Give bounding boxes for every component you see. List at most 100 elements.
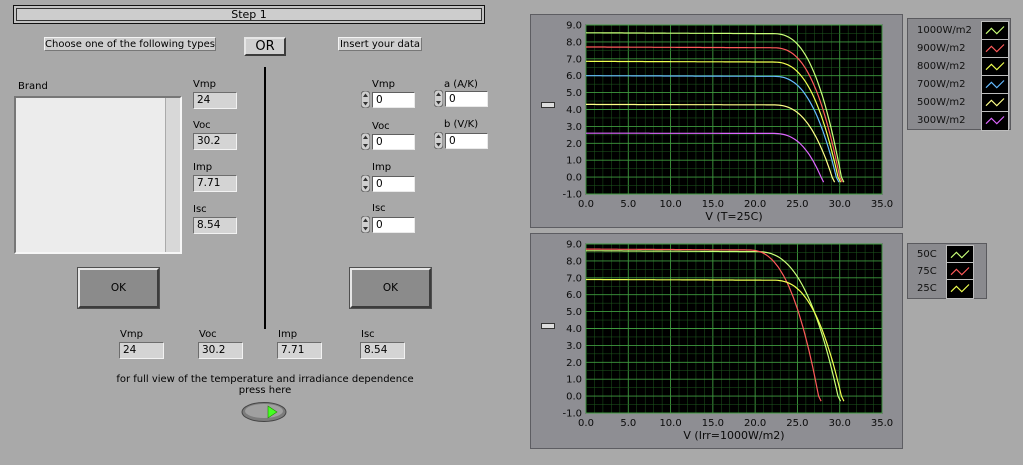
input-isc-label: Isc — [372, 203, 386, 214]
spec-vmp-label: Vmp — [193, 79, 216, 90]
x-tick-label: 5.0 — [620, 418, 636, 429]
x-tick-label: 15.0 — [702, 199, 724, 210]
y-tick-label: 7.0 — [566, 54, 582, 65]
legend-label-700: 700W/m2 — [917, 79, 966, 90]
coeff-b-spinner-icon[interactable] — [434, 132, 443, 149]
press-here-note: press here — [238, 385, 292, 396]
legend-label-500: 500W/m2 — [917, 97, 966, 108]
insert-data-label: Insert your data — [338, 37, 422, 51]
ok-button-custom[interactable]: OK — [350, 268, 431, 308]
x-tick-label: 30.0 — [829, 418, 851, 429]
y-tick-label: 6.0 — [566, 290, 582, 301]
spec-imp-value: 7.71 — [193, 175, 237, 192]
legend-swatch-500 — [981, 93, 1009, 113]
step-title: Step 1 — [16, 8, 482, 21]
x-tick-label: 35.0 — [871, 199, 893, 210]
input-isc-field[interactable]: 0 — [372, 217, 415, 233]
x-tick-label: 0.0 — [578, 418, 594, 429]
result-imp-value: 7.71 — [277, 342, 322, 359]
brand-listbox[interactable] — [14, 96, 182, 254]
choose-type-label: Choose one of the following types — [44, 37, 216, 51]
y-tick-label: 1.0 — [566, 375, 582, 386]
coeff-a-field[interactable]: 0 — [445, 91, 488, 107]
result-voc-value: 30.2 — [198, 342, 243, 359]
y-tick-label: 6.0 — [566, 71, 582, 82]
result-voc-label: Voc — [199, 329, 217, 340]
x-tick-label: 35.0 — [871, 418, 893, 429]
brand-list-scrollbar[interactable] — [165, 98, 180, 252]
spec-voc-label: Voc — [193, 120, 211, 131]
legend-temperature: 50C 75C 25C — [907, 243, 987, 299]
step-title-bar: Step 1 — [13, 5, 485, 24]
y-tick-label: 2.0 — [566, 139, 582, 150]
legend-label-900: 900W/m2 — [917, 43, 966, 54]
result-isc-value: 8.54 — [360, 342, 405, 359]
x-axis-label: V (Irr=1000W/m2) — [683, 429, 784, 442]
vertical-divider — [264, 67, 266, 329]
y-tick-label: 5.0 — [566, 307, 582, 318]
input-voc-label: Voc — [372, 121, 390, 132]
input-vmp-field[interactable]: 0 — [372, 92, 415, 108]
coeff-a-spinner-icon[interactable] — [434, 90, 443, 107]
x-axis-label: V (T=25C) — [705, 210, 762, 223]
input-voc-field[interactable]: 0 — [372, 134, 415, 150]
coeff-a-label: a (A/K) — [444, 79, 478, 90]
full-view-note: for full view of the temperature and irr… — [116, 374, 414, 385]
legend-label-25c: 25C — [917, 283, 937, 294]
y-tick-label: 3.0 — [566, 122, 582, 133]
graph-temperature[interactable]: -1.00.01.02.03.04.05.06.07.08.09.00.0 5.0… — [530, 233, 903, 449]
y-tick-label: 2.0 — [566, 358, 582, 369]
ok-button-brand[interactable]: OK — [78, 268, 159, 308]
full-view-toggle-button[interactable] — [241, 401, 287, 423]
input-voc-spinner-icon[interactable] — [361, 133, 370, 150]
result-imp-label: Imp — [278, 329, 298, 340]
y-tick-label: 8.0 — [566, 37, 582, 48]
legend-label-300: 300W/m2 — [917, 115, 966, 126]
coeff-b-field[interactable]: 0 — [445, 133, 488, 149]
legend-swatch-1000 — [981, 21, 1009, 41]
legend-swatch-300 — [981, 111, 1009, 131]
x-tick-label: 20.0 — [744, 418, 766, 429]
brand-label: Brand — [18, 81, 48, 92]
graph-irradiance[interactable]: -1.00.01.02.03.04.05.06.07.08.09.00.0 5.0… — [530, 14, 903, 228]
y-tick-label: 4.0 — [566, 105, 582, 116]
x-tick-label: 0.0 — [578, 199, 594, 210]
input-imp-field[interactable]: 0 — [372, 176, 415, 192]
y-tick-label: 7.0 — [566, 273, 582, 284]
x-tick-label: 10.0 — [659, 418, 681, 429]
legend-irradiance: 1000W/m2 900W/m2 800W/m2 700W/m2 500W/m2… — [907, 18, 1011, 131]
legend-label-800: 800W/m2 — [917, 61, 966, 72]
legend-label-50c: 50C — [917, 249, 937, 260]
x-tick-label: 25.0 — [786, 418, 808, 429]
result-vmp-value: 24 — [119, 342, 164, 359]
input-vmp-spinner-icon[interactable] — [361, 91, 370, 108]
or-label: OR — [244, 37, 286, 56]
y-tick-label: 8.0 — [566, 256, 582, 267]
spec-isc-label: Isc — [193, 204, 207, 215]
legend-swatch-900 — [981, 39, 1009, 59]
y-tick-label: 9.0 — [566, 240, 582, 251]
y-tick-label: 5.0 — [566, 88, 582, 99]
x-tick-label: 25.0 — [786, 199, 808, 210]
result-isc-label: Isc — [361, 329, 375, 340]
x-tick-label: 20.0 — [744, 199, 766, 210]
spec-imp-label: Imp — [193, 162, 213, 173]
x-tick-label: 30.0 — [829, 199, 851, 210]
y-tick-label: 9.0 — [566, 21, 582, 32]
spec-vmp-value: 24 — [193, 92, 237, 109]
input-isc-spinner-icon[interactable] — [361, 216, 370, 233]
y-tick-label: 1.0 — [566, 156, 582, 167]
input-imp-spinner-icon[interactable] — [361, 175, 370, 192]
spec-voc-value: 30.2 — [193, 133, 237, 150]
y-tick-label: 3.0 — [566, 341, 582, 352]
legend-label-1000: 1000W/m2 — [917, 25, 972, 36]
spec-isc-value: 8.54 — [193, 217, 237, 234]
result-vmp-label: Vmp — [120, 329, 143, 340]
y-tick-label: 0.0 — [566, 392, 582, 403]
x-tick-label: 15.0 — [702, 418, 724, 429]
legend-swatch-700 — [981, 75, 1009, 95]
x-tick-label: 5.0 — [620, 199, 636, 210]
y-tick-label: 0.0 — [566, 173, 582, 184]
input-imp-label: Imp — [372, 162, 392, 173]
legend-swatch-25c — [946, 279, 974, 299]
